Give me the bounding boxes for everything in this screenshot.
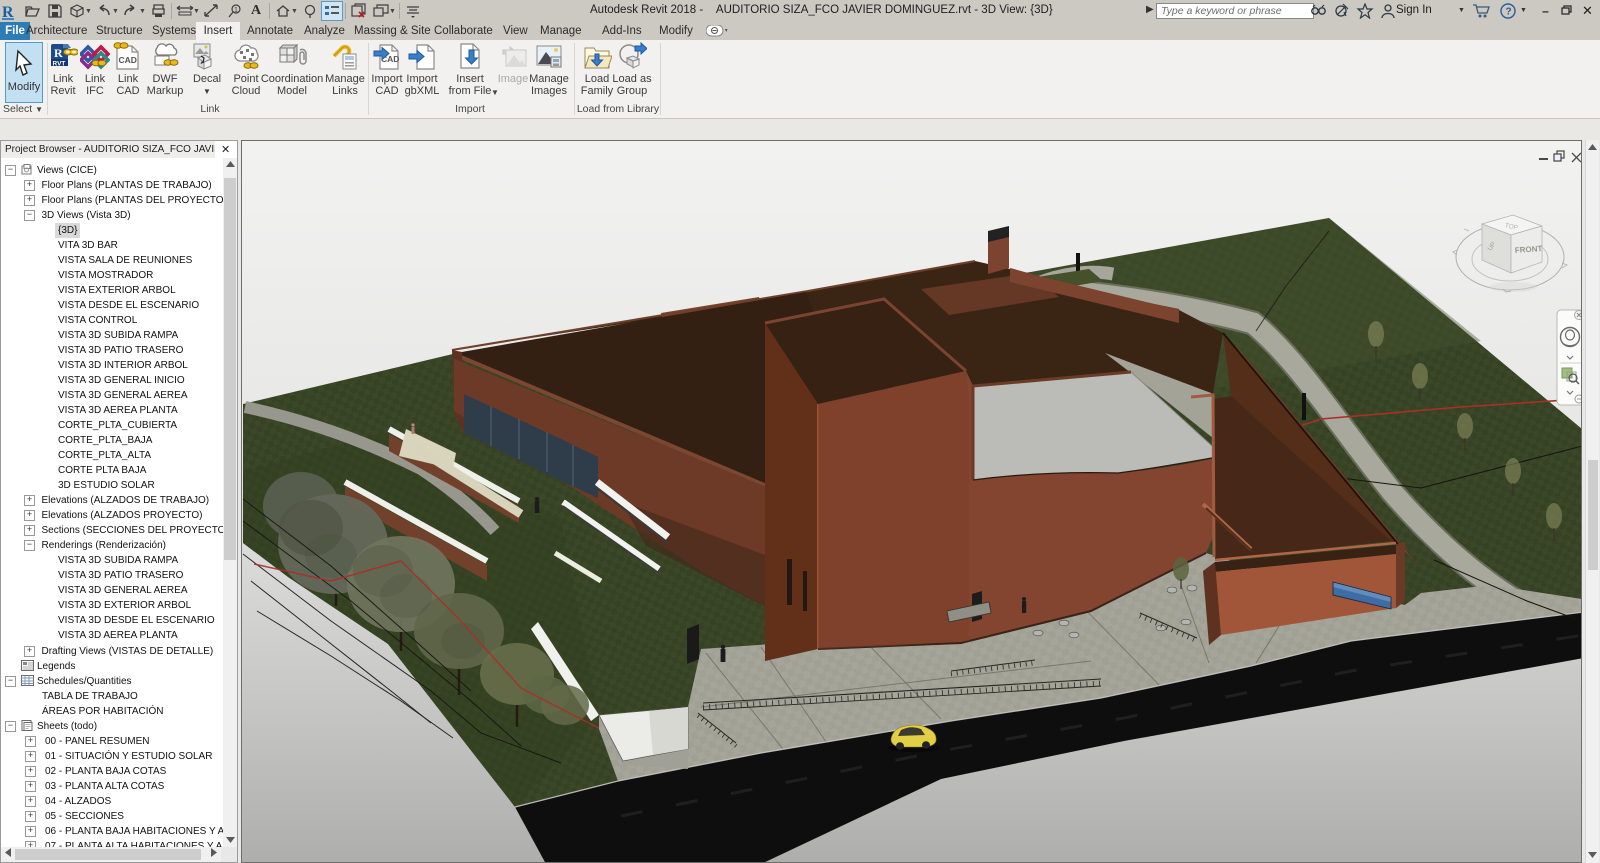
svg-text:RVT: RVT bbox=[53, 61, 66, 68]
svg-text:FRONT: FRONT bbox=[1515, 244, 1543, 255]
svg-text:?: ? bbox=[1506, 7, 1512, 18]
svg-text:1: 1 bbox=[234, 7, 238, 14]
svg-text:R: R bbox=[2, 4, 14, 20]
svg-text:R: R bbox=[54, 46, 63, 60]
svg-text:CAD: CAD bbox=[119, 55, 137, 65]
